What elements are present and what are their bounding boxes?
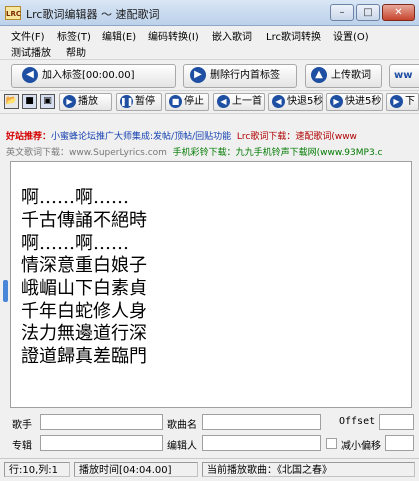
title-bar: LRC Lrc歌词编辑器 ～ 速配歌词 – □ ✕	[0, 0, 419, 26]
status-bar: 行:10,列:1 播放时间[04:04.00] 当前播放歌曲：《北国之春》	[0, 458, 419, 481]
lyric-line: 證道歸真差臨門	[21, 346, 147, 367]
add-tag-button[interactable]: ◀ 加入标签[00:00.00]	[11, 64, 176, 88]
play-button[interactable]: ▶ 播放	[59, 93, 112, 111]
arrow-right-icon: ▶	[190, 67, 206, 83]
stop-icon: ■	[169, 94, 182, 108]
promo-link-forum[interactable]: 小蜜蜂论坛推广大师集成:发帖/顶帖/回贴功能	[51, 132, 231, 142]
close-button[interactable]: ✕	[382, 4, 415, 21]
metadata-fields: 歌手 歌曲名 Offset 专辑 编辑人 减小偏移	[0, 412, 419, 456]
pause-label: 暂停	[135, 96, 155, 107]
fast-forward-icon: ▶	[330, 94, 343, 108]
menu-embed-lyrics[interactable]: 嵌入歌词	[212, 28, 252, 43]
promo-link-english-lyrics[interactable]: 英文歌词下载：www.SuperLyrics.com	[6, 148, 167, 158]
window-title: Lrc歌词编辑器 ～ 速配歌词	[26, 8, 160, 21]
rewind-label: 快退5秒	[287, 96, 323, 107]
menu-file[interactable]: 文件(F)	[11, 28, 45, 43]
fast-forward-button[interactable]: ▶ 快进5秒	[326, 93, 383, 111]
pause-button[interactable]: ❚❚ 暂停	[116, 93, 162, 111]
rewind-icon: ◀	[272, 94, 285, 108]
playback-toolbar: 📂 ■ ▣ ▶ 播放 ❚❚ 暂停 ■ 停止 ◀ 上一首 ◀ 快退5秒 ▶ 快进5秒 ▶ 下	[0, 90, 419, 114]
fast-forward-label: 快进5秒	[345, 96, 382, 107]
offset-mode-checkbox[interactable]	[326, 438, 337, 449]
upload-lyrics-label: 上传歌词	[331, 70, 371, 81]
menu-help[interactable]: 帮助	[66, 44, 86, 59]
add-tag-label: 加入标签[00:00.00]	[42, 70, 135, 81]
prev-track-button[interactable]: ◀ 上一首	[213, 93, 265, 111]
current-song: 当前播放歌曲：《北国之春》	[202, 462, 415, 477]
artist-label: 歌手	[12, 420, 32, 431]
prev-track-label: 上一首	[232, 96, 262, 107]
play-time: 播放时间[04:04.00]	[74, 462, 198, 477]
promo-ringtone-label: 手机彩铃下载：	[172, 148, 236, 158]
arrow-up-icon: ▲	[311, 67, 327, 83]
app-icon: LRC	[5, 6, 21, 20]
overflow-label: ww	[394, 70, 413, 81]
song-title-input[interactable]	[202, 414, 321, 430]
pause-icon: ❚❚	[120, 94, 134, 108]
next-track-label: 下	[405, 96, 415, 107]
promo-link-ringtone[interactable]: 九九手机铃声下载网(www.93MP3.c	[236, 148, 383, 158]
next-track-button[interactable]: ▶ 下	[386, 93, 419, 111]
promo-link-lrc-url[interactable]: (www	[331, 132, 357, 142]
album-input[interactable]	[40, 435, 163, 451]
menu-settings[interactable]: 设置(O)	[333, 28, 369, 43]
offset-step-input[interactable]	[385, 435, 414, 451]
promo-link-lrc[interactable]: Lrc歌词下载：速配歌词	[237, 132, 331, 142]
save-as-icon[interactable]: ▣	[40, 94, 55, 109]
menu-test-play[interactable]: 测试播放	[11, 44, 51, 59]
menu-lrc-convert[interactable]: Lrc歌词转换	[266, 28, 321, 43]
menu-bar: 文件(F) 标签(T) 编辑(E) 编码转换(I) 嵌入歌词 Lrc歌词转换 设…	[0, 26, 419, 59]
lyrics-editor[interactable]: 啊……啊…… 千古傳誦不絕時 啊……啊…… 情深意重白娘子 峨嵋山下白素貞 千年…	[10, 161, 412, 408]
menu-encoding[interactable]: 编码转换(I)	[148, 28, 199, 43]
arrow-left-icon: ◀	[22, 67, 38, 83]
panel-splitter[interactable]	[3, 280, 8, 302]
editor-label: 编辑人	[167, 441, 197, 452]
song-title-label: 歌曲名	[167, 420, 197, 431]
menu-edit[interactable]: 编辑(E)	[102, 28, 136, 43]
play-label: 播放	[78, 96, 98, 107]
open-folder-icon[interactable]: 📂	[4, 94, 19, 109]
skip-back-icon: ◀	[217, 94, 230, 108]
menu-tag[interactable]: 标签(T)	[57, 28, 91, 43]
save-icon[interactable]: ■	[22, 94, 37, 109]
artist-input[interactable]	[40, 414, 163, 430]
play-icon: ▶	[63, 94, 76, 108]
main-toolbar: ◀ 加入标签[00:00.00] ▶ 删除行内首标签 ▲ 上传歌词 ww	[0, 59, 419, 90]
promo-area: 好站推荐：小蜜蜂论坛推广大师集成:发帖/顶帖/回贴功能 Lrc歌词下载：速配歌词…	[0, 125, 419, 159]
upload-lyrics-button[interactable]: ▲ 上传歌词	[305, 64, 382, 88]
overflow-button[interactable]: ww	[389, 64, 419, 88]
offset-input[interactable]	[379, 414, 414, 430]
delete-tag-button[interactable]: ▶ 删除行内首标签	[183, 64, 297, 88]
rewind-button[interactable]: ◀ 快退5秒	[268, 93, 323, 111]
album-label: 专辑	[12, 441, 32, 452]
skip-forward-icon: ▶	[390, 94, 403, 108]
offset-label: Offset	[339, 416, 376, 427]
stop-label: 停止	[184, 96, 204, 107]
stop-button[interactable]: ■ 停止	[165, 93, 209, 111]
offset-mode-label: 减小偏移	[341, 441, 381, 452]
promo-label: 好站推荐：	[6, 132, 52, 142]
editor-input[interactable]	[202, 435, 321, 451]
delete-tag-label: 删除行内首标签	[210, 70, 280, 81]
maximize-button[interactable]: □	[356, 4, 380, 21]
cursor-position: 行:10,列:1	[4, 462, 70, 477]
minimize-button[interactable]: –	[330, 4, 354, 21]
